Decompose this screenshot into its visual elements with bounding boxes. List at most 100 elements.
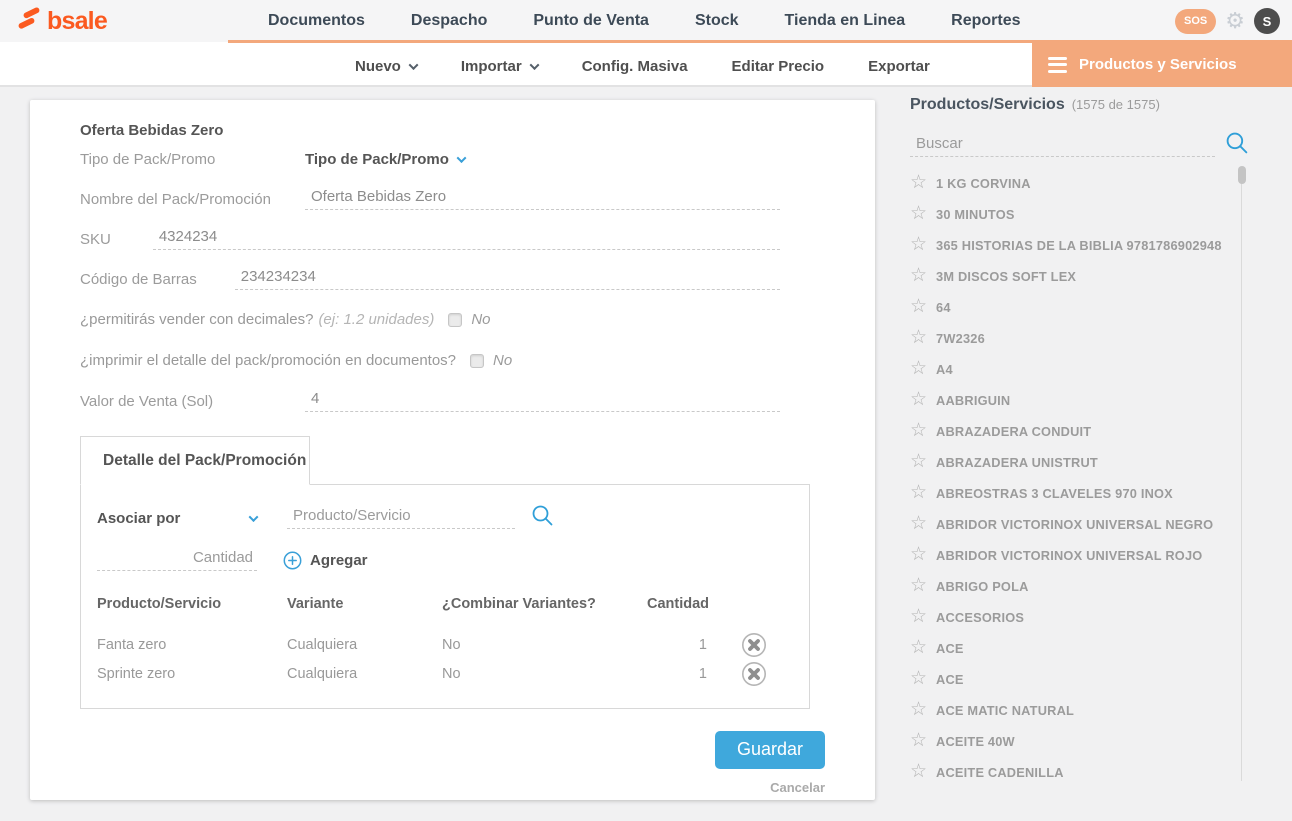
list-item[interactable]: ☆ 1 KG CORVINA — [910, 168, 1270, 199]
cantidad-input[interactable] — [97, 549, 257, 571]
nav-item-tienda-en-linea[interactable]: Tienda en Linea — [785, 12, 906, 30]
nav-item-stock[interactable]: Stock — [695, 12, 739, 30]
delete-row-icon[interactable] — [741, 632, 767, 658]
toolbar-item-exportar[interactable]: Exportar — [868, 58, 930, 75]
nombre-input[interactable] — [305, 188, 780, 210]
star-icon[interactable]: ☆ — [910, 731, 927, 750]
column-header-producto: Producto/Servicio — [97, 596, 287, 630]
pack-items-table: Producto/Servicio Variante ¿Combinar Var… — [97, 596, 793, 688]
list-item[interactable]: ☆ ACEITE 40W — [910, 726, 1270, 757]
delete-row-icon[interactable] — [741, 661, 767, 687]
scrollbar-track[interactable] — [1241, 169, 1242, 781]
main-nav: Documentos Despacho Punto de Venta Stock… — [268, 0, 1021, 42]
star-icon[interactable]: ☆ — [910, 669, 927, 688]
list-item[interactable]: ☆30 MINUTOS — [910, 199, 1270, 230]
nav-item-despacho[interactable]: Despacho — [411, 12, 487, 30]
star-icon[interactable]: ☆ — [910, 173, 927, 192]
nav-item-documentos[interactable]: Documentos — [268, 12, 365, 30]
product-name: 3M DISCOS SOFT LEX — [936, 269, 1076, 284]
print-question: ¿imprimir el detalle del pack/promoción … — [80, 352, 456, 369]
star-icon[interactable]: ☆ — [910, 359, 927, 378]
star-icon[interactable]: ☆ — [910, 452, 927, 471]
form-title: Oferta Bebidas Zero — [80, 120, 825, 139]
search-icon[interactable] — [531, 504, 555, 533]
star-icon[interactable]: ☆ — [910, 204, 927, 223]
star-icon[interactable]: ☆ — [910, 266, 927, 285]
sos-button[interactable]: SOS — [1175, 9, 1216, 34]
list-item[interactable]: ☆ A4 — [910, 354, 1270, 385]
hamburger-icon — [1048, 57, 1067, 73]
asociar-por-dropdown[interactable]: Asociar por — [97, 510, 257, 527]
search-icon[interactable] — [1225, 131, 1250, 161]
list-item[interactable]: ☆ABREOSTRAS 3 CLAVELES 970 INOX — [910, 478, 1270, 509]
product-name: A4 — [936, 362, 953, 377]
list-item[interactable]: ☆64 — [910, 292, 1270, 323]
star-icon[interactable]: ☆ — [910, 700, 927, 719]
decimals-checkbox[interactable] — [448, 313, 462, 327]
column-header-combinar: ¿Combinar Variantes? — [442, 596, 647, 630]
list-item[interactable]: ☆ACE MATIC NATURAL — [910, 695, 1270, 726]
scrollbar-thumb[interactable] — [1238, 166, 1246, 184]
print-checkbox[interactable] — [470, 354, 484, 368]
nav-item-reportes[interactable]: Reportes — [951, 12, 1020, 30]
list-item[interactable]: ☆ABRAZADERA UNISTRUT — [910, 447, 1270, 478]
star-icon[interactable]: ☆ — [910, 421, 927, 440]
user-avatar[interactable]: S — [1254, 8, 1280, 34]
productos-y-servicios-button[interactable]: Productos y Servicios — [1032, 42, 1292, 87]
product-name: ACEITE 40W — [936, 734, 1015, 749]
tipo-pack-dropdown[interactable]: Tipo de Pack/Promo — [305, 151, 465, 168]
search-input[interactable] — [910, 135, 1215, 157]
list-item[interactable]: ☆ABRIGO POLA — [910, 571, 1270, 602]
sidebar-count: (1575 de 1575) — [1072, 97, 1160, 112]
sku-row: SKU — [80, 219, 780, 259]
row-cantidad: 1 — [647, 630, 707, 659]
star-icon[interactable]: ☆ — [910, 638, 927, 657]
list-item[interactable]: ☆ACCESORIOS — [910, 602, 1270, 633]
price-input[interactable] — [305, 390, 780, 412]
producto-servicio-input[interactable] — [287, 507, 515, 529]
agregar-button[interactable]: Agregar — [283, 551, 368, 570]
asociar-row: Asociar por — [97, 500, 793, 536]
nav-item-punto-de-venta[interactable]: Punto de Venta — [533, 12, 649, 30]
star-icon[interactable]: ☆ — [910, 297, 927, 316]
star-icon[interactable]: ☆ — [910, 514, 927, 533]
tab-detalle-pack-promocion[interactable]: Detalle del Pack/Promoción — [80, 436, 310, 485]
sidebar-title: Productos/Servicios — [910, 96, 1065, 114]
list-item[interactable]: ☆AABRIGUIN — [910, 385, 1270, 416]
list-item[interactable]: ☆365 HISTORIAS DE LA BIBLIA 978178690294… — [910, 230, 1270, 261]
toolbar-item-config-masiva[interactable]: Config. Masiva — [582, 58, 688, 75]
list-item[interactable]: ☆ ACE — [910, 633, 1270, 664]
row-variante: Cualquiera — [287, 659, 442, 688]
list-item[interactable]: ☆ 3M DISCOS SOFT LEX — [910, 261, 1270, 292]
barcode-row: Código de Barras — [80, 259, 780, 299]
toolbar-item-nuevo[interactable]: Nuevo — [355, 58, 417, 75]
toolbar-item-importar[interactable]: Importar — [461, 58, 538, 75]
star-icon[interactable]: ☆ — [910, 762, 927, 781]
bsale-bolt-icon — [16, 6, 42, 41]
star-icon[interactable]: ☆ — [910, 545, 927, 564]
list-item[interactable]: ☆7W2326 — [910, 323, 1270, 354]
product-name: 1 KG CORVINA — [936, 176, 1031, 191]
save-button[interactable]: Guardar — [715, 731, 825, 769]
star-icon[interactable]: ☆ — [910, 328, 927, 347]
list-item[interactable]: ☆ACE — [910, 664, 1270, 695]
list-item[interactable]: ☆ACEITE CADENILLA — [910, 757, 1270, 788]
barcode-input[interactable] — [235, 268, 780, 290]
star-icon[interactable]: ☆ — [910, 483, 927, 502]
toolbar-item-editar-precio[interactable]: Editar Precio — [732, 58, 825, 75]
product-name: ACE — [936, 641, 964, 656]
list-item[interactable]: ☆ ABRAZADERA CONDUIT — [910, 416, 1270, 447]
star-icon[interactable]: ☆ — [910, 390, 927, 409]
bsale-logo[interactable]: bsale — [16, 6, 107, 41]
list-item[interactable]: ☆ABRIDOR VICTORINOX UNIVERSAL ROJO — [910, 540, 1270, 571]
gear-icon[interactable]: ⚙ — [1225, 10, 1245, 32]
star-icon[interactable]: ☆ — [910, 576, 927, 595]
list-item[interactable]: ☆ABRIDOR VICTORINOX UNIVERSAL NEGRO — [910, 509, 1270, 540]
sku-input[interactable] — [153, 228, 780, 250]
star-icon[interactable]: ☆ — [910, 235, 927, 254]
sidebar-search-row — [910, 131, 1270, 161]
star-icon[interactable]: ☆ — [910, 607, 927, 626]
product-name: ABRAZADERA CONDUIT — [936, 424, 1091, 439]
decimals-hint: (ej: 1.2 unidades) — [318, 311, 434, 328]
cancel-link[interactable]: Cancelar — [770, 780, 825, 795]
